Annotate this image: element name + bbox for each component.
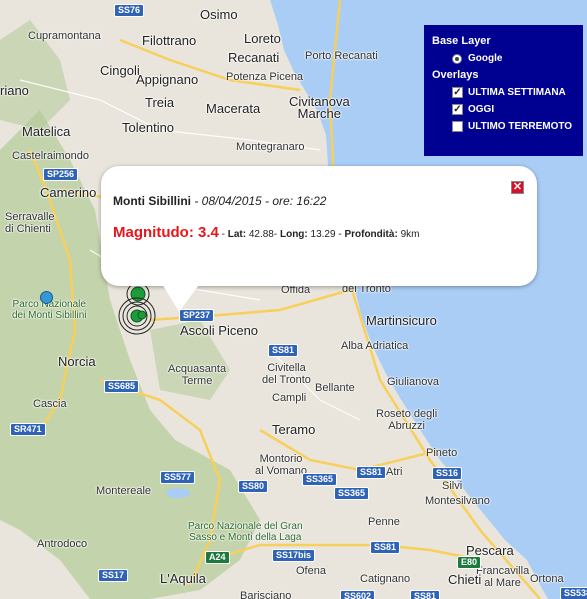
place-acquasanta: Acquasanta Terme	[168, 363, 227, 387]
place-chieti: Chieti	[448, 572, 482, 587]
road-shield-e80: E80	[457, 556, 482, 569]
road-shield-ss577: SS577	[160, 471, 196, 484]
popup-lat-value: 42.88-	[248, 229, 278, 240]
place-teramo: Teramo	[272, 422, 316, 437]
place-tolentino: Tolentino	[122, 120, 175, 135]
road-shield-ss81c: SS81	[370, 541, 401, 554]
road-shield-sr471: SR471	[10, 423, 46, 436]
road-shield-ss17bis: SS17bis	[272, 549, 316, 562]
base-layer-option-google[interactable]: Google	[432, 52, 575, 65]
place-martinsicuro: Martinsicuro	[366, 313, 437, 328]
earthquake-popup: ✕ Monti Sibillini - 08/04/2015 - ore: 16…	[101, 166, 537, 312]
place-francavilla: Francavilla al Mare	[476, 565, 530, 589]
base-layer-header: Base Layer	[432, 35, 491, 47]
place-montegranaro: Montegranaro	[236, 141, 305, 153]
lake-campotosto	[166, 488, 190, 498]
road-shield-sp256: SP256	[43, 168, 79, 181]
road-shield-ss685: SS685	[104, 380, 140, 393]
place-serravalle: Serravalle di Chienti	[5, 211, 55, 235]
place-roseto: Roseto degli Abruzzi	[376, 408, 438, 432]
place-norcia: Norcia	[58, 354, 96, 369]
place-fabriano: riano	[0, 83, 29, 98]
place-atri: Atri	[386, 466, 403, 478]
place-pineto: Pineto	[426, 447, 458, 459]
place-cupramontana: Cupramontana	[28, 30, 101, 42]
overlay-label: ULTIMA SETTIMANA	[468, 87, 566, 98]
place-treia: Treia	[145, 95, 175, 110]
place-cascia: Cascia	[33, 398, 67, 410]
place-montesilvano: Montesilvano	[425, 495, 490, 507]
road-shield-ss16: SS16	[432, 467, 463, 480]
earthquake-marker-blue[interactable]	[40, 291, 53, 304]
road-shield-ss81b: SS81	[356, 466, 387, 479]
place-ascoli: Ascoli Piceno	[180, 323, 259, 338]
place-macerata: Macerata	[206, 101, 261, 116]
base-layer-label: Google	[468, 53, 503, 64]
place-filottrano: Filottrano	[142, 33, 197, 48]
place-cingoli: Cingoli	[100, 63, 140, 78]
place-porto-recanati: Porto Recanati	[305, 50, 378, 62]
overlay-oggi[interactable]: ✓ OGGI	[432, 103, 575, 116]
road-shield-ss365: SS365	[302, 473, 338, 486]
checkbox-checked-icon[interactable]: ✓	[452, 87, 463, 98]
place-antrodoco: Antrodoco	[37, 538, 88, 550]
popup-depth-label: Profondità:	[344, 229, 398, 240]
place-ortona: Ortona	[530, 573, 564, 585]
layer-switcher: Base Layer Google Overlays ✓ ULTIMA SETT…	[424, 25, 583, 156]
place-osimo: Osimo	[200, 7, 238, 22]
radio-icon[interactable]	[452, 53, 462, 64]
overlay-ultimo-terremoto[interactable]: ULTIMO TERREMOTO	[432, 120, 575, 133]
popup-date-time: - 08/04/2015 - ore: 16:22	[191, 194, 327, 208]
place-parco-gran-sasso: Parco Nazionale del Gran Sasso e Monti d…	[188, 521, 303, 543]
place-montorio: Montorio al Vomano	[255, 453, 307, 477]
checkbox-unchecked-icon[interactable]	[452, 121, 463, 132]
overlay-label: OGGI	[468, 104, 495, 115]
place-civitanova: Civitanova Marche	[289, 94, 350, 121]
place-catignano: Catignano	[360, 573, 411, 585]
overlays-header: Overlays	[432, 69, 479, 81]
close-icon[interactable]: ✕	[511, 181, 524, 194]
place-silvi: Silvi	[442, 480, 463, 492]
road-shield-a24: A24	[205, 551, 230, 564]
place-alba: Alba Adriatica	[341, 340, 409, 352]
place-campli: Campli	[272, 392, 307, 404]
place-civitella: Civitella del Tronto	[262, 362, 311, 386]
popup-pointer	[161, 282, 201, 312]
popup-magnitude: Magnitudo: 3.4	[113, 224, 219, 241]
popup-long-label: Long:	[279, 229, 308, 240]
place-recanati: Recanati	[228, 50, 280, 65]
place-laquila: L'Aquila	[160, 571, 206, 586]
road-shield-ss80: SS80	[238, 480, 269, 493]
road-shield-ss365b: SS365	[334, 487, 370, 500]
place-penne: Penne	[368, 516, 400, 528]
road-shield-ss17: SS17	[98, 569, 129, 582]
popup-title: Monti Sibillini - 08/04/2015 - ore: 16:2…	[113, 194, 326, 208]
place-camerino: Camerino	[40, 185, 97, 200]
place-matelica: Matelica	[22, 124, 71, 139]
place-potenza-picena: Potenza Picena	[226, 71, 304, 83]
place-giulianova: Giulianova	[387, 376, 439, 388]
place-ofena: Ofena	[296, 565, 326, 577]
place-appignano: Appignano	[136, 72, 199, 87]
road-shield-ss602: SS602	[340, 590, 376, 599]
popup-lat-label: Lat:	[227, 229, 247, 240]
popup-details: Magnitudo: 3.4 - Lat: 42.88- Long: 13.29…	[113, 224, 420, 241]
overlay-ultima-settimana[interactable]: ✓ ULTIMA SETTIMANA	[432, 86, 575, 99]
place-barisciano: Barisciano	[240, 590, 292, 599]
popup-long-value: 13.29	[310, 229, 336, 240]
popup-depth-value: 9km	[400, 229, 420, 240]
overlay-label: ULTIMO TERREMOTO	[468, 121, 573, 132]
place-loreto: Loreto	[244, 31, 281, 46]
popup-location: Monti Sibillini	[113, 194, 191, 208]
place-montereale: Montereale	[96, 485, 152, 497]
place-castelraimondo: Castelraimondo	[12, 150, 90, 162]
road-shield-ss538: SS538	[560, 587, 587, 599]
road-shield-ss76: SS76	[114, 4, 145, 17]
road-shield-ss81: SS81	[268, 344, 299, 357]
road-shield-ss81d: SS81	[410, 590, 441, 599]
checkbox-checked-icon[interactable]: ✓	[452, 104, 463, 115]
place-bellante: Bellante	[315, 382, 355, 394]
